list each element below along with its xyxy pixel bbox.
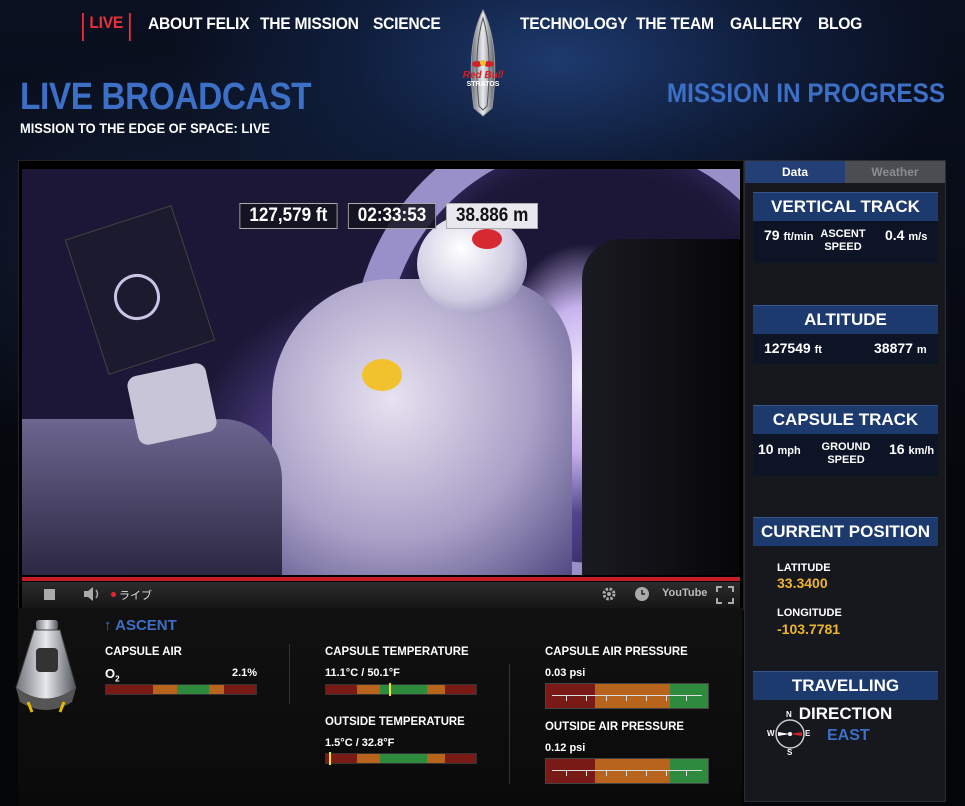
- phase-status: ↑ ASCENT: [104, 617, 177, 634]
- video-controls: ライブ YouTube: [22, 582, 740, 608]
- compass-north: N: [786, 710, 792, 719]
- capsule-air-pressure-title: CAPSULE AIR PRESSURE: [545, 644, 688, 658]
- tab-data[interactable]: Data: [745, 161, 845, 183]
- logo-product-text: STRATOS: [466, 81, 500, 88]
- ascent-speed-ftmin: 79: [764, 227, 780, 243]
- stats-section: ↑ ASCENT CAPSULE AIR O2 2.1% CAPSULE TEM…: [15, 608, 742, 806]
- outside-air-pressure-title: OUTSIDE AIR PRESSURE: [545, 719, 684, 733]
- watch-later-clock-icon[interactable]: [634, 586, 650, 605]
- outside-temperature-title: OUTSIDE TEMPERATURE: [325, 714, 465, 728]
- current-position-title: CURRENT POSITION: [753, 517, 938, 546]
- video-player[interactable]: 127,579 ft 02:33:53 38.886 m ライブ YouTube: [18, 160, 744, 610]
- travelling-direction-title: TRAVELLING DIRECTION: [753, 671, 938, 723]
- direction-value: EAST: [827, 727, 870, 744]
- capsule-temperature-title: CAPSULE TEMPERATURE: [325, 644, 469, 658]
- page-title: LIVE BROADCAST: [20, 76, 312, 118]
- telemetry-panel: Data Weather VERTICAL TRACK 79 ft/min AS…: [744, 160, 946, 802]
- volume-icon[interactable]: [82, 585, 104, 606]
- nav-blog[interactable]: BLOG: [818, 14, 862, 42]
- capsule-air-value: 2.1%: [232, 667, 258, 679]
- youtube-logo-icon[interactable]: YouTube: [662, 587, 707, 599]
- nav-technology[interactable]: TECHNOLOGY: [520, 14, 628, 42]
- ascent-speed-ftmin-unit: ft/min: [783, 231, 814, 243]
- longitude-value: -103.7781: [777, 621, 841, 637]
- nav-the-team[interactable]: THE TEAM: [636, 14, 714, 42]
- outside-temperature-marker: [329, 752, 331, 765]
- ground-speed-kmh-unit: km/h: [908, 445, 935, 457]
- outside-air-pressure-value: 0.12 psi: [545, 742, 586, 754]
- capsule-air-gauge: [105, 684, 257, 695]
- compass-south: S: [787, 748, 793, 757]
- capsule-air-gas: O2: [105, 666, 120, 684]
- settings-gear-icon[interactable]: [600, 585, 618, 606]
- vertical-track-card: 79 ft/min ASCENT SPEED 0.4 m/s: [753, 221, 938, 263]
- ascent-speed-ms-unit: m/s: [908, 231, 928, 243]
- video-progress-bar[interactable]: [22, 577, 740, 581]
- nav-the-mission[interactable]: THE MISSION: [260, 14, 359, 42]
- red-bull-stratos-logo[interactable]: Red Bull STRATOS: [458, 8, 508, 118]
- compass-icon: N E S W: [767, 710, 813, 757]
- nav-about-felix[interactable]: ABOUT FELIX: [148, 14, 250, 42]
- ground-speed-label-1: GROUND: [821, 441, 871, 453]
- stratos-capsule-logo-icon: [470, 8, 496, 117]
- longitude-label: LONGITUDE: [777, 607, 842, 619]
- vertical-track-title: VERTICAL TRACK: [753, 192, 938, 221]
- nav-live[interactable]: LIVE: [82, 13, 131, 41]
- ascent-speed-label-1: ASCENT: [820, 228, 866, 240]
- altitude-ft: 127549: [764, 340, 811, 356]
- phase-label: ASCENT: [115, 617, 177, 634]
- stop-icon[interactable]: [44, 589, 55, 600]
- overlay-altitude-meters: 38.886 m: [445, 203, 538, 229]
- page-subtitle: MISSION TO THE EDGE OF SPACE: LIVE: [20, 120, 271, 136]
- compass-east: E: [805, 729, 811, 738]
- altitude-card: 127549 ft 38877 m: [753, 334, 938, 364]
- nav-gallery[interactable]: GALLERY: [730, 14, 802, 42]
- capsule-air-pressure-gauge: [545, 683, 709, 709]
- altitude-title: ALTITUDE: [753, 305, 938, 334]
- logo-brand-text: Red Bull: [462, 70, 504, 81]
- capsule-track-card: 10 mph GROUND SPEED 16 km/h: [753, 434, 938, 476]
- capsule-temperature-gauge: [325, 683, 477, 696]
- live-video-frame[interactable]: 127,579 ft 02:33:53 38.886 m: [22, 169, 740, 575]
- fullscreen-icon[interactable]: [716, 586, 734, 607]
- ground-speed-kmh: 16: [889, 441, 905, 457]
- compass-west: W: [767, 729, 775, 738]
- latitude-value: 33.3400: [777, 575, 828, 591]
- overlay-elapsed-time: 02:33:53: [347, 203, 436, 229]
- tab-weather[interactable]: Weather: [845, 161, 945, 183]
- outside-temperature-gauge: [325, 752, 477, 765]
- ground-speed-label-2: SPEED: [827, 454, 865, 466]
- ground-speed-mph: 10: [758, 441, 774, 457]
- altitude-m-unit: m: [916, 344, 927, 356]
- capsule-air-pressure-value: 0.03 psi: [545, 667, 586, 679]
- live-dot-icon: [111, 592, 116, 597]
- outside-air-pressure-gauge: [545, 758, 709, 784]
- ascent-speed-label-2: SPEED: [824, 241, 862, 253]
- latitude-label: LATITUDE: [777, 562, 831, 574]
- mission-status: MISSION IN PROGRESS: [666, 78, 945, 108]
- ascent-speed-ms: 0.4: [885, 227, 905, 243]
- capsule-temperature-marker: [389, 683, 391, 696]
- altitude-ft-unit: ft: [814, 344, 822, 356]
- outside-temperature-value: 1.5°C / 32.8°F: [325, 737, 395, 749]
- ground-speed-mph-unit: mph: [777, 445, 801, 457]
- capsule-temperature-value: 11.1°C / 50.1°F: [325, 667, 400, 679]
- live-label: ライブ: [119, 590, 152, 602]
- nav-science[interactable]: SCIENCE: [373, 14, 441, 42]
- overlay-altitude-feet: 127,579 ft: [239, 203, 338, 229]
- capsule-image: [10, 618, 82, 718]
- capsule-track-title: CAPSULE TRACK: [753, 405, 938, 434]
- altitude-m: 38877: [874, 340, 913, 356]
- capsule-air-title: CAPSULE AIR: [105, 644, 182, 658]
